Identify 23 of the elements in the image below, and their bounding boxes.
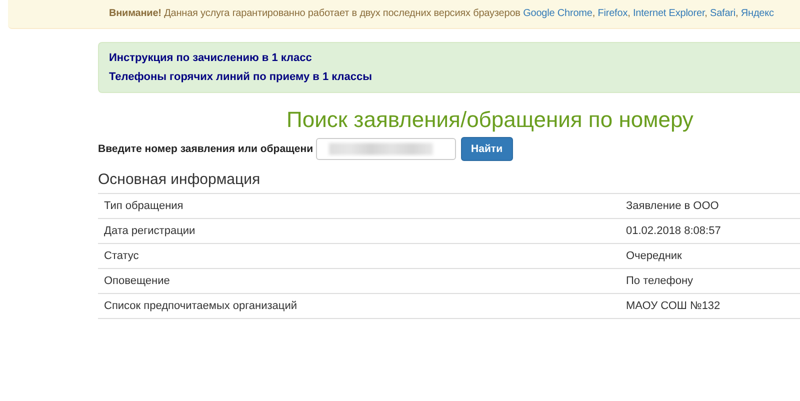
warning-text: Внимание! Данная услуга гарантированно работает в двух последних версиях браузеров Google Chrome, Firefox, Internet Explorer, Safari, Яндекс [109, 7, 775, 21]
table-cell-text: Дата регистрации [103, 225, 196, 237]
section-heading: Основная информация [98, 171, 262, 189]
table-cell-text: МАОУ СОШ №132 [626, 300, 722, 312]
search-field[interactable] [316, 138, 456, 160]
table-cell-text: Список предпочитаемых организаций [103, 300, 298, 312]
browser-link[interactable]: Internet Explorer [632, 8, 705, 19]
info-link[interactable]: Инструкция по зачислению в 1 класс [109, 51, 312, 65]
browser-link[interactable]: Safari [710, 8, 736, 19]
field-label: Введите номер заявления или обращени [98, 143, 314, 155]
table-cell-text: По телефону [626, 275, 694, 287]
table-cell-text: Статус [103, 250, 140, 262]
table-cell-text: Оповещение [103, 275, 171, 287]
table-cell-text: Заявление в ООО [626, 200, 720, 212]
find-button[interactable]: Найти [461, 137, 513, 161]
browser-link[interactable]: Firefox [598, 8, 628, 19]
page-title: Поиск заявления/обращения по номеру [286, 107, 694, 133]
browser-link[interactable]: Google Chrome [523, 8, 592, 19]
table-cell-text: 01.02.2018 8:08:57 [626, 225, 722, 237]
info-link[interactable]: Телефоны горячих линий по приему в 1 классы [109, 70, 372, 84]
table-cell-text: Очередник [626, 250, 683, 262]
browser-link[interactable]: Яндекс [740, 8, 774, 19]
table-cell-text: Тип обращения [103, 200, 184, 212]
